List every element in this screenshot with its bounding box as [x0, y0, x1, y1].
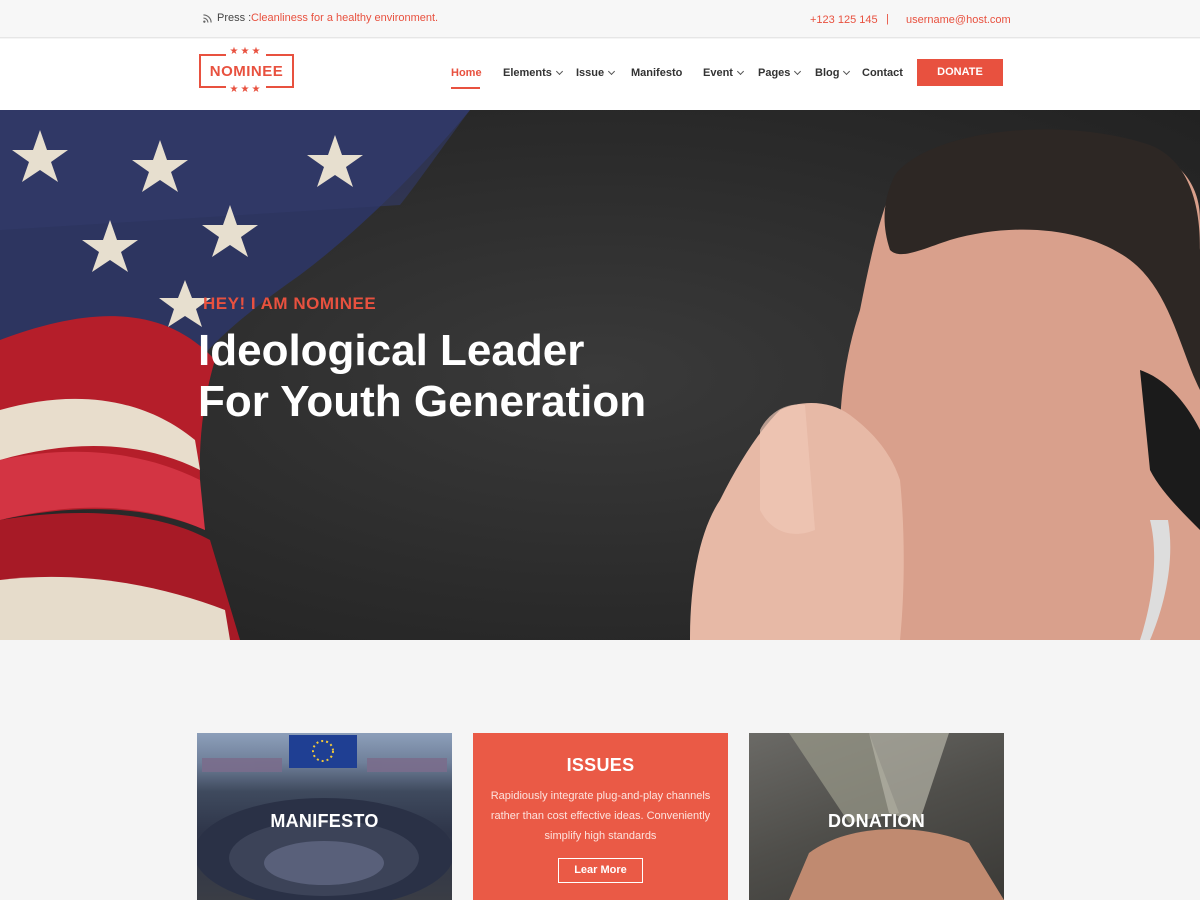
rss-icon [203, 14, 212, 23]
nav-contact-label: Contact [862, 67, 903, 79]
hero-background-image [0, 110, 1200, 640]
learn-more-button[interactable]: Lear More [558, 858, 643, 883]
nav-home-label: Home [451, 67, 482, 79]
top-bar: Press : Cleanliness for a healthy enviro… [0, 0, 1200, 38]
chevron-down-icon [736, 67, 745, 76]
nav-home[interactable]: Home [451, 67, 482, 79]
nav-issue[interactable]: Issue [576, 67, 616, 79]
hero-headline-line2: For Youth Generation [198, 377, 647, 426]
chevron-down-icon [608, 67, 616, 76]
email-link[interactable]: username@host.com [906, 14, 1011, 26]
issues-card[interactable]: ISSUES Rapidiously integrate plug-and-pl… [473, 733, 728, 900]
hero-headline-line1: Ideological Leader [198, 326, 585, 375]
chevron-down-icon [555, 67, 563, 76]
hero-eyebrow: HEY! I AM NOMINEE [203, 294, 377, 313]
nav-blog-label: Blog [815, 67, 840, 79]
nav-issue-label: Issue [576, 67, 605, 79]
separator: | [886, 13, 889, 25]
logo-stars-top: ★★★ [226, 46, 266, 58]
donation-card[interactable]: DONATION [749, 733, 1004, 900]
issues-card-title: ISSUES [566, 755, 635, 775]
nav-active-underline [451, 87, 480, 89]
donation-card-title: DONATION [827, 811, 926, 831]
nav-contact[interactable]: Contact [862, 67, 903, 79]
nav-pages-label: Pages [758, 67, 791, 79]
press-label: Press : [217, 12, 252, 24]
logo[interactable]: ★★★ NOMINEE ★★★ [199, 46, 294, 96]
nav-pages[interactable]: Pages [758, 67, 802, 79]
nav-event[interactable]: Event [703, 67, 745, 79]
phone-number[interactable]: +123 125 145 [810, 14, 878, 26]
donate-button[interactable]: DONATE [917, 59, 1003, 86]
hero-banner: HEY! I AM NOMINEE Ideological Leader For… [0, 110, 1200, 640]
manifesto-card[interactable]: MANIFESTO [197, 733, 452, 900]
nav-event-label: Event [703, 67, 733, 79]
site-header: ★★★ NOMINEE ★★★ Home Elements Issue Mani… [0, 39, 1200, 110]
chevron-down-icon [794, 67, 802, 76]
press-headline-link[interactable]: Cleanliness for a healthy environment. [251, 12, 438, 24]
logo-text: NOMINEE [209, 63, 284, 80]
manifesto-card-title: MANIFESTO [270, 811, 379, 831]
chevron-down-icon [843, 67, 851, 76]
nav-elements[interactable]: Elements [503, 67, 563, 79]
issues-card-description: Rapidiously integrate plug-and-play chan… [490, 790, 711, 842]
nav-manifesto-label: Manifesto [631, 67, 683, 79]
nav-manifesto[interactable]: Manifesto [631, 67, 682, 79]
logo-stars-bottom: ★★★ [226, 84, 266, 96]
nav-elements-label: Elements [503, 67, 552, 79]
nav-blog[interactable]: Blog [815, 67, 851, 79]
candidate-photo [690, 129, 1200, 640]
